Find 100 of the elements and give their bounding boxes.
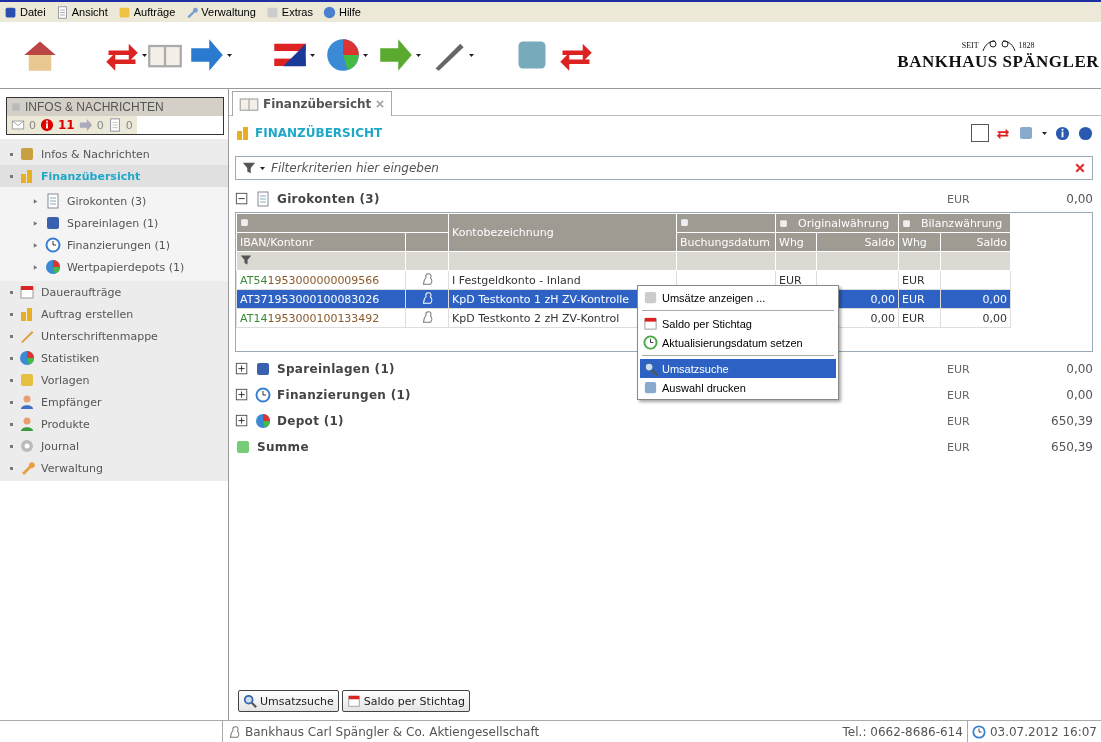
bullet-icon [10, 422, 13, 426]
bullet-icon [10, 466, 13, 470]
wrench-icon [185, 5, 199, 19]
group-label: Spareinlagen (1) [277, 362, 395, 376]
pie-chart-icon [19, 350, 35, 366]
currency: EUR [947, 192, 971, 206]
nav-subitem[interactable]: Wertpapierdepots (1) [0, 256, 228, 278]
amount: 0,00 [1065, 192, 1093, 206]
message-count: 11 [58, 118, 75, 132]
action-button[interactable]: Umsatzsuche [238, 690, 339, 712]
bullet-icon [10, 400, 13, 404]
message-count: 0 [29, 118, 36, 132]
bullet-icon [10, 152, 13, 156]
clear-icon[interactable] [1074, 162, 1086, 174]
calendar-icon [346, 694, 361, 708]
menu-item[interactable]: Extras [265, 5, 313, 19]
filter-icon[interactable] [240, 253, 252, 266]
lion-icon [420, 309, 435, 324]
bullet-icon [10, 174, 13, 178]
context-menu-item[interactable]: Aktualisierungsdatum setzen [640, 333, 836, 352]
pie-chart-icon [45, 259, 61, 275]
filter-input[interactable]: Filterkriterien hier eingeben [269, 160, 1070, 176]
list-icon [45, 193, 61, 209]
globe-icon[interactable] [325, 37, 361, 73]
nav-item[interactable]: Unterschriftenmappe [0, 325, 228, 347]
filter-icon[interactable] [242, 161, 256, 175]
document-icon [55, 5, 69, 19]
amount: 650,39 [1050, 414, 1093, 428]
list-icon [255, 191, 271, 207]
amount: 0,00 [1065, 362, 1093, 376]
bullet-icon [10, 444, 13, 448]
caret-icon[interactable] [227, 53, 232, 57]
collapse-icon[interactable] [235, 192, 249, 206]
person-icon [19, 416, 35, 432]
caret-icon[interactable] [469, 53, 474, 57]
lion-icon [420, 290, 435, 305]
caret-icon[interactable] [310, 53, 315, 57]
help-icon [323, 5, 336, 19]
caret-icon[interactable] [1042, 131, 1047, 135]
expand-icon[interactable] [235, 388, 249, 402]
person-icon [19, 394, 35, 410]
caret-icon[interactable] [363, 53, 368, 57]
menu-item[interactable]: Ansicht [55, 5, 108, 19]
column-group-header: Bilanzwährung [921, 216, 1003, 230]
nav-subitem[interactable]: Girokonten (3) [0, 190, 228, 212]
alert-icon[interactable] [40, 118, 54, 132]
nav-item[interactable]: Daueraufträge [0, 281, 228, 303]
logo-text: SEIT [961, 40, 979, 50]
pie-chart-icon [255, 413, 271, 429]
pen-icon [19, 328, 35, 344]
lions-emblem-icon [980, 38, 1017, 52]
nav-subitem[interactable]: Spareinlagen (1) [0, 212, 228, 234]
search-icon [643, 361, 658, 376]
currency: EUR [947, 414, 971, 428]
refresh-icon[interactable] [996, 126, 1010, 140]
tab[interactable]: Finanzübersicht [232, 91, 393, 116]
phone-number: Tel.: 0662-8686-614 [842, 724, 963, 739]
amount: 650,39 [1050, 440, 1093, 454]
menu-item[interactable]: Datei [4, 5, 46, 19]
document-icon[interactable] [107, 118, 122, 132]
currency: EUR [947, 362, 971, 376]
clock-icon [255, 387, 271, 403]
nav-item[interactable]: Statistiken [0, 347, 228, 369]
coins-icon [19, 168, 35, 184]
bank-name-logo: BANKHAUS SPÄNGLER [897, 52, 1099, 72]
expand-icon[interactable] [235, 414, 249, 428]
currency: EUR [947, 388, 971, 402]
expand-icon[interactable] [235, 362, 249, 376]
filter-field[interactable]: Filterkriterien hier eingeben [235, 156, 1093, 180]
info-icon[interactable] [1055, 125, 1070, 141]
nav-item[interactable]: Journal [0, 435, 228, 457]
panel-title: INFOS & NACHRICHTEN [25, 100, 164, 114]
coins-icon [235, 125, 251, 141]
expand-arrow-icon [32, 219, 39, 227]
nav-item[interactable]: Auftrag erstellen [0, 303, 228, 325]
bullet-icon [10, 378, 13, 382]
bullet-icon [10, 356, 13, 360]
nav-item[interactable]: Verwaltung [0, 457, 228, 479]
caret-icon[interactable] [416, 53, 421, 57]
context-menu-item[interactable]: Umsatzsuche [640, 359, 836, 378]
nav-item[interactable]: Empfänger [0, 391, 228, 413]
action-button[interactable]: Saldo per Stichtag [341, 690, 470, 712]
company-name: Bankhaus Carl Spängler & Co. Aktiengesellschaft [245, 724, 540, 739]
caret-icon[interactable] [260, 166, 265, 170]
bullet-icon [10, 312, 13, 316]
arrow-icon[interactable] [189, 37, 225, 73]
nav-subitem[interactable]: Finanzierungen (1) [0, 234, 228, 256]
menu-item[interactable]: Aufträge [117, 5, 176, 19]
caret-icon[interactable] [142, 53, 147, 57]
account-row[interactable]: AT541953000000009566 I Festgeldkonto - Inland EUR EUR [236, 270, 1011, 290]
menu-item[interactable]: Hilfe [323, 5, 361, 19]
menu-item[interactable]: Verwaltung [185, 5, 256, 19]
coins-icon [19, 306, 35, 322]
clock-icon [643, 335, 658, 350]
column-group-header: Originalwährung [798, 216, 890, 230]
context-menu-item[interactable]: Auswahl drucken [640, 378, 836, 397]
nav-item[interactable]: Vorlagen [0, 369, 228, 391]
help-icon[interactable] [1078, 125, 1093, 141]
nav-item[interactable]: Infos & Nachrichten [0, 143, 228, 165]
nav-item[interactable]: Produkte [0, 413, 228, 435]
